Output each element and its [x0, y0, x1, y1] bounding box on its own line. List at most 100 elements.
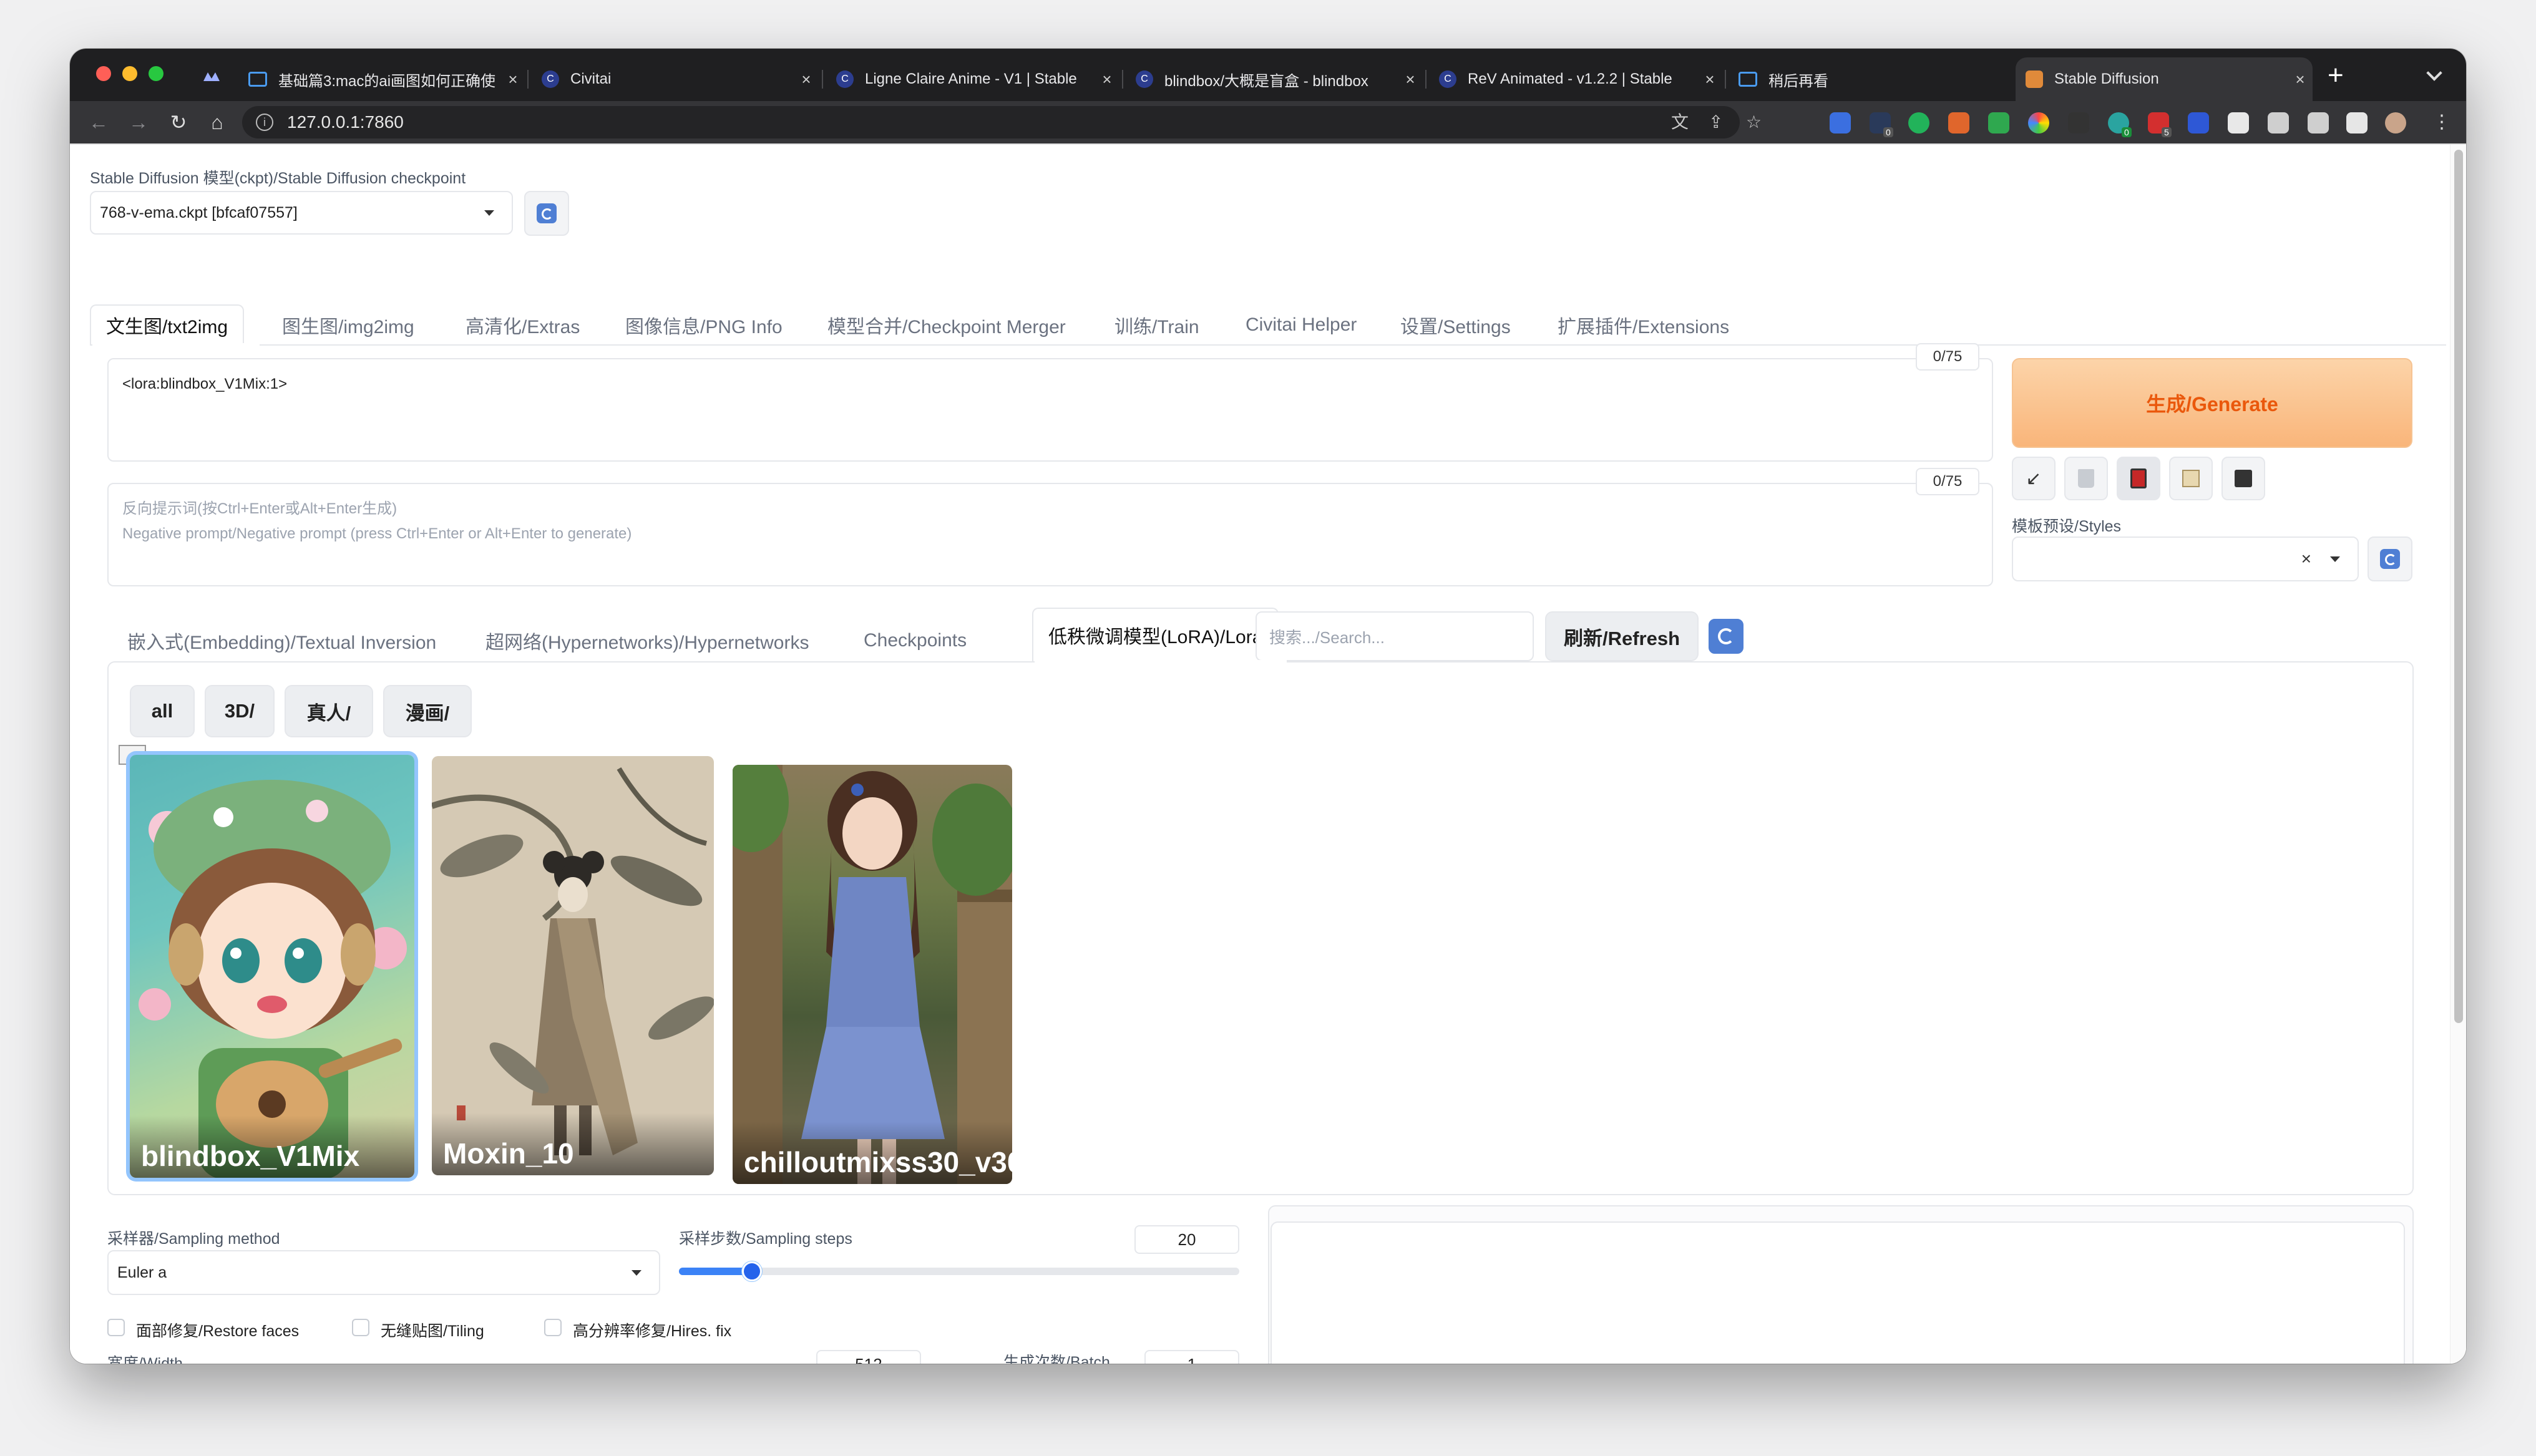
ext-badge: 0 [1883, 127, 1893, 137]
width-input[interactable]: 512 [816, 1350, 921, 1364]
close-tab-icon[interactable]: × [1095, 70, 1119, 89]
checkpoint-dropdown[interactable]: 768-v-ema.ckpt [bfcaf07557] [90, 191, 513, 235]
sampling-steps-input[interactable]: 20 [1134, 1225, 1239, 1254]
extension-icon[interactable] [2028, 112, 2049, 133]
tab-extensions[interactable]: 扩展插件/Extensions [1558, 304, 1729, 346]
filter-comic[interactable]: 漫画/ [383, 685, 472, 737]
maximize-window-button[interactable] [149, 66, 163, 81]
download-icon[interactable] [2308, 112, 2329, 133]
tab-bar: 基础篇3:mac的ai画图如何正确使 × C Civitai × C Ligne… [70, 49, 2466, 101]
save-style-button[interactable] [2221, 457, 2265, 500]
close-tab-icon[interactable]: × [2288, 70, 2313, 89]
refresh-icon-button[interactable] [1709, 619, 1744, 654]
chevron-down-icon[interactable] [2426, 65, 2442, 81]
avatar[interactable] [2385, 112, 2406, 133]
close-window-button[interactable] [96, 66, 111, 81]
back-icon[interactable]: ← [85, 109, 112, 136]
tab-civitai-helper[interactable]: Civitai Helper [1246, 304, 1357, 346]
filter-real[interactable]: 真人/ [285, 685, 373, 737]
tab-1[interactable]: C Civitai × [532, 57, 819, 101]
negative-prompt-textarea[interactable]: 反向提示词(按Ctrl+Enter或Alt+Enter生成) Negative … [107, 483, 1993, 586]
tab-img2img[interactable]: 图生图/img2img [282, 304, 414, 346]
page-scrollbar[interactable] [2450, 145, 2466, 1364]
card-icon [2130, 468, 2147, 488]
chevron-down-icon [484, 210, 494, 216]
styles-dropdown[interactable]: × [2012, 536, 2359, 581]
lora-card[interactable]: blindbox_V1Mix [130, 755, 414, 1178]
tab-title: 基础篇3:mac的ai画图如何正确使 [278, 72, 496, 90]
prompt-textarea[interactable]: <lora:blindbox_V1Mix:1> [107, 358, 1993, 462]
read-params-button[interactable]: ↙ [2012, 457, 2056, 500]
checkpoint-value: 768-v-ema.ckpt [bfcaf07557] [100, 203, 298, 221]
extension-icon[interactable] [1988, 112, 2009, 133]
tab-search-icon[interactable] [202, 70, 221, 82]
search-input[interactable]: 搜索.../Search... [1256, 611, 1534, 661]
close-tab-icon[interactable]: × [1697, 70, 1722, 89]
tab-textual-inversion[interactable]: 嵌入式(Embedding)/Textual Inversion [127, 620, 436, 661]
minimize-window-button[interactable] [122, 66, 137, 81]
address-bar[interactable]: i 127.0.0.1:7860 文 ⇪ ☆ [242, 106, 1762, 138]
slider-knob[interactable] [741, 1261, 762, 1281]
share-icon[interactable]: ⇪ [1709, 106, 1723, 138]
tab-png-info[interactable]: 图像信息/PNG Info [625, 304, 783, 346]
info-icon[interactable]: i [256, 114, 273, 131]
extension-icon[interactable] [1908, 112, 1929, 133]
tab-2[interactable]: C Ligne Claire Anime - V1 | Stable × [826, 57, 1119, 101]
tab-3[interactable]: C blindbox/大概是盲盒 - blindbox × [1126, 57, 1423, 101]
puzzle-icon[interactable] [2228, 112, 2249, 133]
styles-label: 模板预设/Styles [2012, 518, 2122, 535]
reload-icon[interactable]: ↻ [165, 109, 192, 136]
refresh-checkpoint-button[interactable] [524, 191, 569, 236]
webui-page: Stable Diffusion 模型(ckpt)/Stable Diffusi… [70, 145, 2466, 1364]
restore-faces-checkbox[interactable] [107, 1319, 125, 1336]
tab-train[interactable]: 训练/Train [1114, 304, 1199, 346]
apply-style-button[interactable] [2169, 457, 2213, 500]
refresh-button[interactable]: 刷新/Refresh [1545, 611, 1699, 661]
tab-settings[interactable]: 设置/Settings [1400, 304, 1511, 346]
forward-icon[interactable]: → [125, 109, 152, 136]
batch-count-input[interactable]: 1 [1144, 1350, 1239, 1364]
extension-icon[interactable] [2068, 112, 2089, 133]
tab-divider-gap [92, 343, 260, 347]
tab-lora[interactable]: 低秩微调模型(LoRA)/Lora [1032, 608, 1279, 662]
generate-button[interactable]: 生成/Generate [2012, 358, 2412, 448]
extension-icon[interactable] [1830, 112, 1851, 133]
scrollbar-thumb[interactable] [2454, 150, 2463, 1023]
url-text: 127.0.0.1:7860 [287, 112, 404, 132]
filter-3d[interactable]: 3D/ [205, 685, 275, 737]
lora-card[interactable]: chilloutmixss30_v30 [733, 765, 1012, 1184]
tab-extras[interactable]: 高清化/Extras [466, 304, 580, 346]
tab-txt2img[interactable]: 文生图/txt2img [90, 304, 245, 346]
sampling-method-dropdown[interactable]: Euler a [107, 1250, 660, 1295]
close-tab-icon[interactable]: × [1398, 70, 1423, 89]
new-tab-button[interactable]: + [2328, 60, 2344, 91]
close-tab-icon[interactable]: × [794, 70, 819, 89]
clear-icon[interactable]: × [2301, 549, 2311, 569]
tab-checkpoints[interactable]: Checkpoints [864, 620, 967, 661]
hires-fix-checkbox[interactable] [544, 1319, 562, 1336]
lora-card[interactable]: Moxin_10 [432, 756, 714, 1175]
tab-hypernetworks[interactable]: 超网络(Hypernetworks)/Hypernetworks [485, 620, 809, 661]
output-image-area [1270, 1221, 2405, 1364]
close-tab-icon[interactable]: × [500, 70, 525, 89]
tab-4[interactable]: C ReV Animated - v1.2.2 | Stable × [1429, 57, 1722, 101]
extension-icon[interactable] [2188, 112, 2209, 133]
extra-networks-button[interactable] [2117, 457, 2160, 500]
translate-icon[interactable]: 文 [1671, 106, 1689, 138]
reading-list-icon[interactable] [2268, 112, 2289, 133]
home-icon[interactable]: ⌂ [203, 109, 231, 136]
tab-checkpoint-merger[interactable]: 模型合并/Checkpoint Merger [827, 304, 1066, 346]
tiling-checkbox[interactable] [352, 1319, 369, 1336]
lora-card-name: Moxin_10 [432, 1113, 714, 1175]
clear-prompt-button[interactable] [2064, 457, 2108, 500]
refresh-styles-button[interactable] [2368, 536, 2412, 581]
sidebar-icon[interactable] [2346, 112, 2368, 133]
more-menu-icon[interactable]: ⋮ [2432, 111, 2451, 133]
bookmark-star-icon[interactable]: ☆ [1746, 106, 1762, 138]
sampling-steps-slider[interactable] [679, 1261, 1239, 1281]
filter-all[interactable]: all [130, 685, 195, 737]
tab-6[interactable]: Stable Diffusion × [2016, 57, 2313, 101]
extension-icon[interactable] [1948, 112, 1969, 133]
tab-title: Ligne Claire Anime - V1 | Stable [865, 70, 1077, 87]
tab-0[interactable]: 基础篇3:mac的ai画图如何正确使 × [238, 57, 525, 101]
